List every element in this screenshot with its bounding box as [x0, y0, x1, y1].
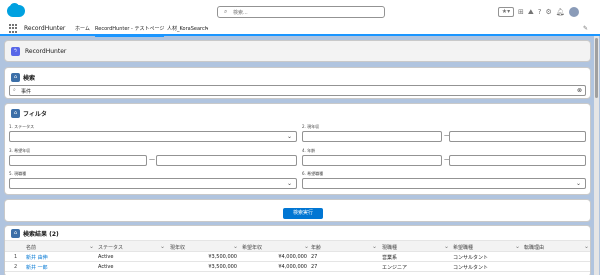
- cell-salary: ¥3,500,000: [208, 254, 237, 260]
- chevron-down-icon: ⌄: [286, 180, 292, 187]
- search-card-icon: ⌂: [11, 73, 20, 82]
- candidate-name-link[interactable]: 新井 一郎: [26, 264, 48, 271]
- clear-icon[interactable]: ⊗: [577, 87, 582, 94]
- app-title-card: ϟ RecordHunter: [4, 40, 591, 62]
- search-icon: ⌕: [13, 87, 16, 93]
- filter-label-desired-job: 6. 希望職種: [302, 171, 324, 176]
- nav-tab-recordhunter-test[interactable]: RecordHunter - テストページ: [95, 25, 165, 37]
- bell-icon[interactable]: 🔔︎: [556, 7, 565, 17]
- row-number: 1: [14, 254, 18, 260]
- cell-age: 27: [311, 264, 318, 270]
- age-min-input[interactable]: [302, 155, 442, 166]
- search-card: ⌂ 検索 ⌕ 事件 ⊗: [4, 67, 591, 99]
- column-header-status[interactable]: ステータス: [98, 244, 123, 251]
- help-icon[interactable]: ?: [538, 7, 542, 17]
- filter-card-icon: ⌂: [11, 109, 20, 118]
- desired-salary-max-input[interactable]: [156, 155, 297, 166]
- keyword-value: 事件: [21, 89, 32, 95]
- column-header-reason[interactable]: 転職理由: [524, 244, 544, 251]
- table-row: 1 新井 由伸 Active ¥3,500,000 ¥4,000,000 27 …: [5, 252, 590, 262]
- filter-label-age: 4. 年齢: [302, 148, 316, 153]
- filter-card-title: フィルタ: [23, 111, 47, 118]
- chevron-down-icon: ⌄: [286, 133, 292, 140]
- nav-tab-home[interactable]: ホーム: [75, 25, 90, 32]
- action-card: 検索実行: [4, 199, 591, 222]
- salary-max-input[interactable]: [449, 131, 586, 142]
- filter-label-status: 1. ステータス: [9, 124, 35, 129]
- results-card: ⌂ 検索結果 (2) 名前 ⌄ ステータス ⌄ 現年収 ⌄ 希望年収 ⌄ 年齢 …: [4, 225, 591, 275]
- edit-nav-icon[interactable]: ✎: [583, 25, 588, 32]
- column-header-desired-job[interactable]: 希望職種: [453, 244, 473, 251]
- avatar[interactable]: [568, 7, 579, 17]
- range-separator: —: [149, 156, 155, 163]
- chevron-down-icon[interactable]: ⌄: [205, 25, 209, 31]
- job-select[interactable]: ⌄: [9, 178, 297, 189]
- candidate-name-link[interactable]: 新井 由伸: [26, 254, 48, 261]
- desired-salary-min-input[interactable]: [9, 155, 147, 166]
- chevron-down-icon[interactable]: ⌄: [584, 243, 589, 250]
- column-header-age[interactable]: 年齢: [311, 244, 321, 251]
- keyword-search-input[interactable]: ⌕ 事件 ⊗: [9, 85, 586, 96]
- chevron-down-icon[interactable]: ⌄: [89, 243, 94, 250]
- results-card-icon: ⌂: [11, 229, 20, 238]
- trailhead-icon[interactable]: ⛰: [528, 7, 534, 17]
- lightning-icon: ϟ: [11, 47, 20, 56]
- status-select[interactable]: ⌄: [9, 131, 297, 142]
- cell-desired-job: コンサルタント: [453, 265, 489, 271]
- global-search-input[interactable]: ⌕ 検索...: [217, 6, 385, 18]
- filter-label-desired-salary: 3. 希望年収: [9, 148, 31, 153]
- row-number: 2: [14, 264, 18, 270]
- column-header-desired-salary[interactable]: 希望年収: [242, 244, 262, 251]
- favorites-star-icon[interactable]: ★▾: [498, 7, 514, 17]
- add-icon[interactable]: ⊞: [518, 7, 524, 17]
- results-card-title: 検索結果 (2): [23, 231, 59, 238]
- app-launcher-icon[interactable]: [9, 24, 18, 33]
- chevron-down-icon[interactable]: ⌄: [515, 243, 520, 250]
- global-header: ⌕ 検索... ★▾ ⊞ ⛰ ? ⚙ 🔔︎: [0, 0, 600, 22]
- cell-desired-job: コンサルタント: [453, 255, 489, 261]
- cell-status: Active: [98, 254, 114, 260]
- app-nav-bar: RecordHunter ホーム RecordHunter - テストページ 人…: [0, 22, 600, 37]
- age-max-input[interactable]: [449, 155, 586, 166]
- salesforce-logo[interactable]: [7, 3, 25, 17]
- column-header-salary[interactable]: 現年収: [170, 244, 185, 251]
- cell-desired-salary: ¥4,000,000: [278, 254, 307, 260]
- nav-tab-korasearch[interactable]: 人材_KoraSearch: [167, 25, 208, 32]
- desired-job-select[interactable]: ⌄: [302, 178, 586, 189]
- column-header-job[interactable]: 現職種: [382, 244, 397, 251]
- column-header-name[interactable]: 名前: [26, 244, 36, 251]
- table-row: 2 新井 一郎 Active ¥3,500,000 ¥4,000,000 27 …: [5, 262, 590, 272]
- cell-job: 営業系: [382, 255, 398, 261]
- chevron-down-icon[interactable]: ⌄: [304, 243, 309, 250]
- search-placeholder: 検索...: [233, 10, 248, 16]
- filter-card: ⌂ フィルタ 1. ステータス ⌄ 2. 現年収 — 3. 希望年収 — 4. …: [4, 103, 591, 195]
- search-icon: ⌕: [224, 8, 228, 15]
- chevron-down-icon[interactable]: ⌄: [160, 243, 165, 250]
- filter-label-job: 5. 現職種: [9, 171, 27, 176]
- page-scrollbar[interactable]: [594, 36, 599, 275]
- app-name: RecordHunter: [24, 25, 66, 32]
- search-card-title: 検索: [23, 75, 36, 82]
- cell-age: 27: [311, 254, 318, 260]
- header-icons: ★▾ ⊞ ⛰ ? ⚙ 🔔︎: [498, 6, 579, 18]
- gear-icon[interactable]: ⚙: [545, 7, 551, 17]
- chevron-down-icon[interactable]: ⌄: [444, 243, 449, 250]
- app-card-title: RecordHunter: [25, 48, 67, 55]
- search-execute-button[interactable]: 検索実行: [283, 208, 323, 219]
- cell-job: エンジニア: [382, 265, 408, 271]
- cell-status: Active: [98, 264, 114, 270]
- filter-label-salary: 2. 現年収: [302, 124, 320, 129]
- salary-min-input[interactable]: [302, 131, 442, 142]
- chevron-down-icon: ⌄: [575, 180, 581, 187]
- chevron-down-icon[interactable]: ⌄: [372, 243, 377, 250]
- cell-salary: ¥3,500,000: [208, 264, 237, 270]
- chevron-down-icon[interactable]: ⌄: [233, 243, 238, 250]
- results-table-header: 名前 ⌄ ステータス ⌄ 現年収 ⌄ 希望年収 ⌄ 年齢 ⌄ 現職種 ⌄ 希望職…: [5, 240, 590, 252]
- cell-desired-salary: ¥4,000,000: [278, 264, 307, 270]
